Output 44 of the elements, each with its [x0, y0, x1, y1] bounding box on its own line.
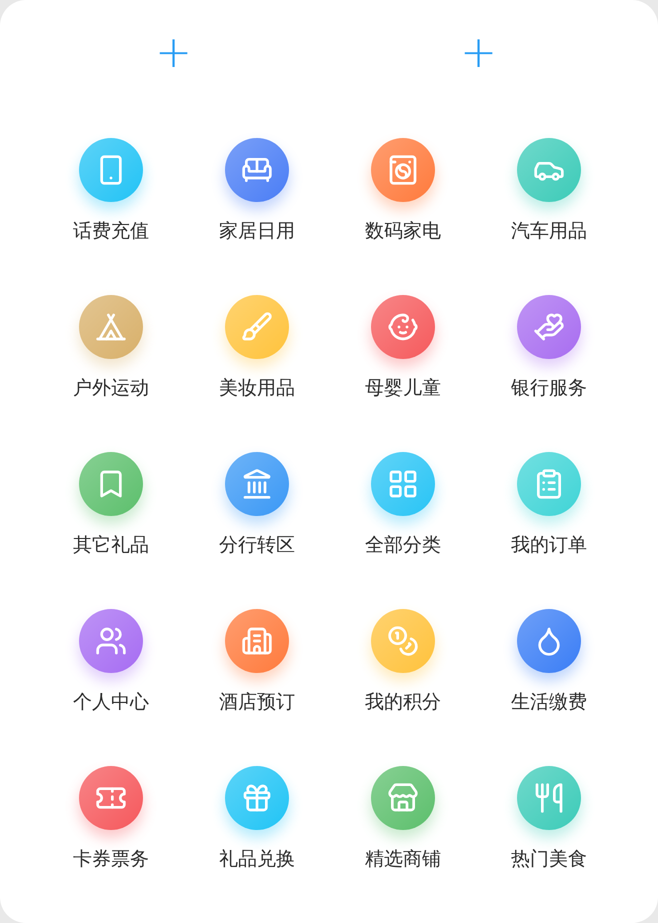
service-label[interactable]: 礼品兑换	[219, 846, 295, 872]
service-icon[interactable]	[517, 452, 581, 516]
service-icon[interactable]	[517, 609, 581, 673]
service-label[interactable]: 话费充值	[73, 218, 149, 244]
service-icon[interactable]	[225, 295, 289, 359]
service-label[interactable]: 个人中心	[73, 689, 149, 715]
service-label[interactable]: 全部分类	[365, 532, 441, 558]
service-label[interactable]: 生活缴费	[511, 689, 587, 715]
service-icon[interactable]	[371, 609, 435, 673]
service-label[interactable]: 银行服务	[511, 375, 587, 401]
service-icon[interactable]	[371, 138, 435, 202]
shop-icon	[387, 782, 419, 814]
service-icon[interactable]	[517, 766, 581, 830]
service-icon[interactable]	[371, 452, 435, 516]
service-label[interactable]: 我的积分	[365, 689, 441, 715]
washing-machine-icon	[387, 154, 419, 186]
service-icon[interactable]	[225, 452, 289, 516]
heart-hand-icon	[533, 311, 565, 343]
grid-icon	[387, 468, 419, 500]
service-label[interactable]: 汽车用品	[511, 218, 587, 244]
fork-spoon-icon	[533, 782, 565, 814]
gift-icon	[241, 782, 273, 814]
service-label[interactable]: 其它礼品	[73, 532, 149, 558]
service-label[interactable]: 热门美食	[511, 846, 587, 872]
service-label[interactable]: 分行转区	[219, 532, 295, 558]
service-icon[interactable]	[517, 138, 581, 202]
building-icon	[241, 625, 273, 657]
service-label[interactable]: 户外运动	[73, 375, 149, 401]
service-label[interactable]: 精选商铺	[365, 846, 441, 872]
service-label[interactable]: 我的订单	[511, 532, 587, 558]
tent-icon	[95, 311, 127, 343]
coins-icon	[387, 625, 419, 657]
service-label[interactable]: 美妆用品	[219, 375, 295, 401]
brush-icon	[241, 311, 273, 343]
service-label[interactable]: 数码家电	[365, 218, 441, 244]
service-icon[interactable]	[79, 138, 143, 202]
service-label[interactable]: 母婴儿童	[365, 375, 441, 401]
bank-icon	[241, 468, 273, 500]
service-icon[interactable]	[225, 609, 289, 673]
service-icon[interactable]	[225, 766, 289, 830]
service-label[interactable]: 卡券票务	[73, 846, 149, 872]
people-icon	[95, 625, 127, 657]
service-label[interactable]: 家居日用	[219, 218, 295, 244]
service-label[interactable]: 酒店预订	[219, 689, 295, 715]
